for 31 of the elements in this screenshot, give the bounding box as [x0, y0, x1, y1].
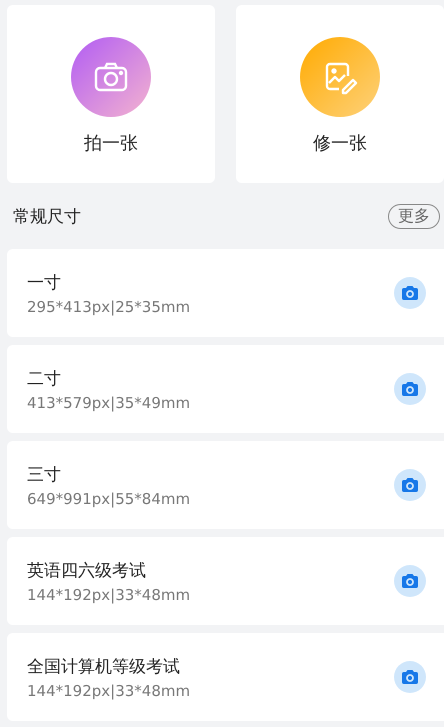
size-card[interactable]: 二寸 413*579px|35*49mm: [7, 345, 444, 433]
camera-icon: [401, 573, 419, 589]
camera-button[interactable]: [394, 469, 426, 501]
action-label: 修一张: [313, 132, 367, 155]
action-label: 拍一张: [84, 132, 138, 155]
size-spec: 413*579px|35*49mm: [27, 394, 190, 412]
camera-button[interactable]: [394, 661, 426, 693]
size-card[interactable]: 三寸 649*991px|55*84mm: [7, 441, 444, 529]
size-card[interactable]: 全国计算机等级考试 144*192px|33*48mm: [7, 633, 444, 721]
action-card[interactable]: 修一张: [236, 5, 444, 183]
size-spec: 295*413px|25*35mm: [27, 298, 190, 316]
section-title: 常规尺寸: [13, 206, 81, 228]
size-name: 英语四六级考试: [27, 560, 147, 582]
size-name: 一寸: [27, 272, 62, 294]
size-card[interactable]: 一寸 295*413px|25*35mm: [7, 249, 444, 337]
size-name: 二寸: [27, 368, 62, 390]
camera-button[interactable]: [394, 373, 426, 405]
camera-button[interactable]: [394, 277, 426, 309]
more-button[interactable]: 更多: [388, 204, 440, 228]
size-spec: 144*192px|33*48mm: [27, 586, 190, 604]
camera-icon: [401, 477, 419, 493]
size-name: 三寸: [27, 464, 62, 486]
camera-icon: [401, 381, 419, 397]
size-card[interactable]: 英语四六级考试 144*192px|33*48mm: [7, 537, 444, 625]
size-spec: 649*991px|55*84mm: [27, 490, 190, 508]
camera-icon: [401, 669, 419, 685]
action-card[interactable]: 拍一张: [7, 5, 215, 183]
size-name: 全国计算机等级考试: [27, 656, 181, 678]
camera-button[interactable]: [394, 565, 426, 597]
size-spec: 144*192px|33*48mm: [27, 682, 190, 700]
camera-icon: [401, 285, 419, 301]
